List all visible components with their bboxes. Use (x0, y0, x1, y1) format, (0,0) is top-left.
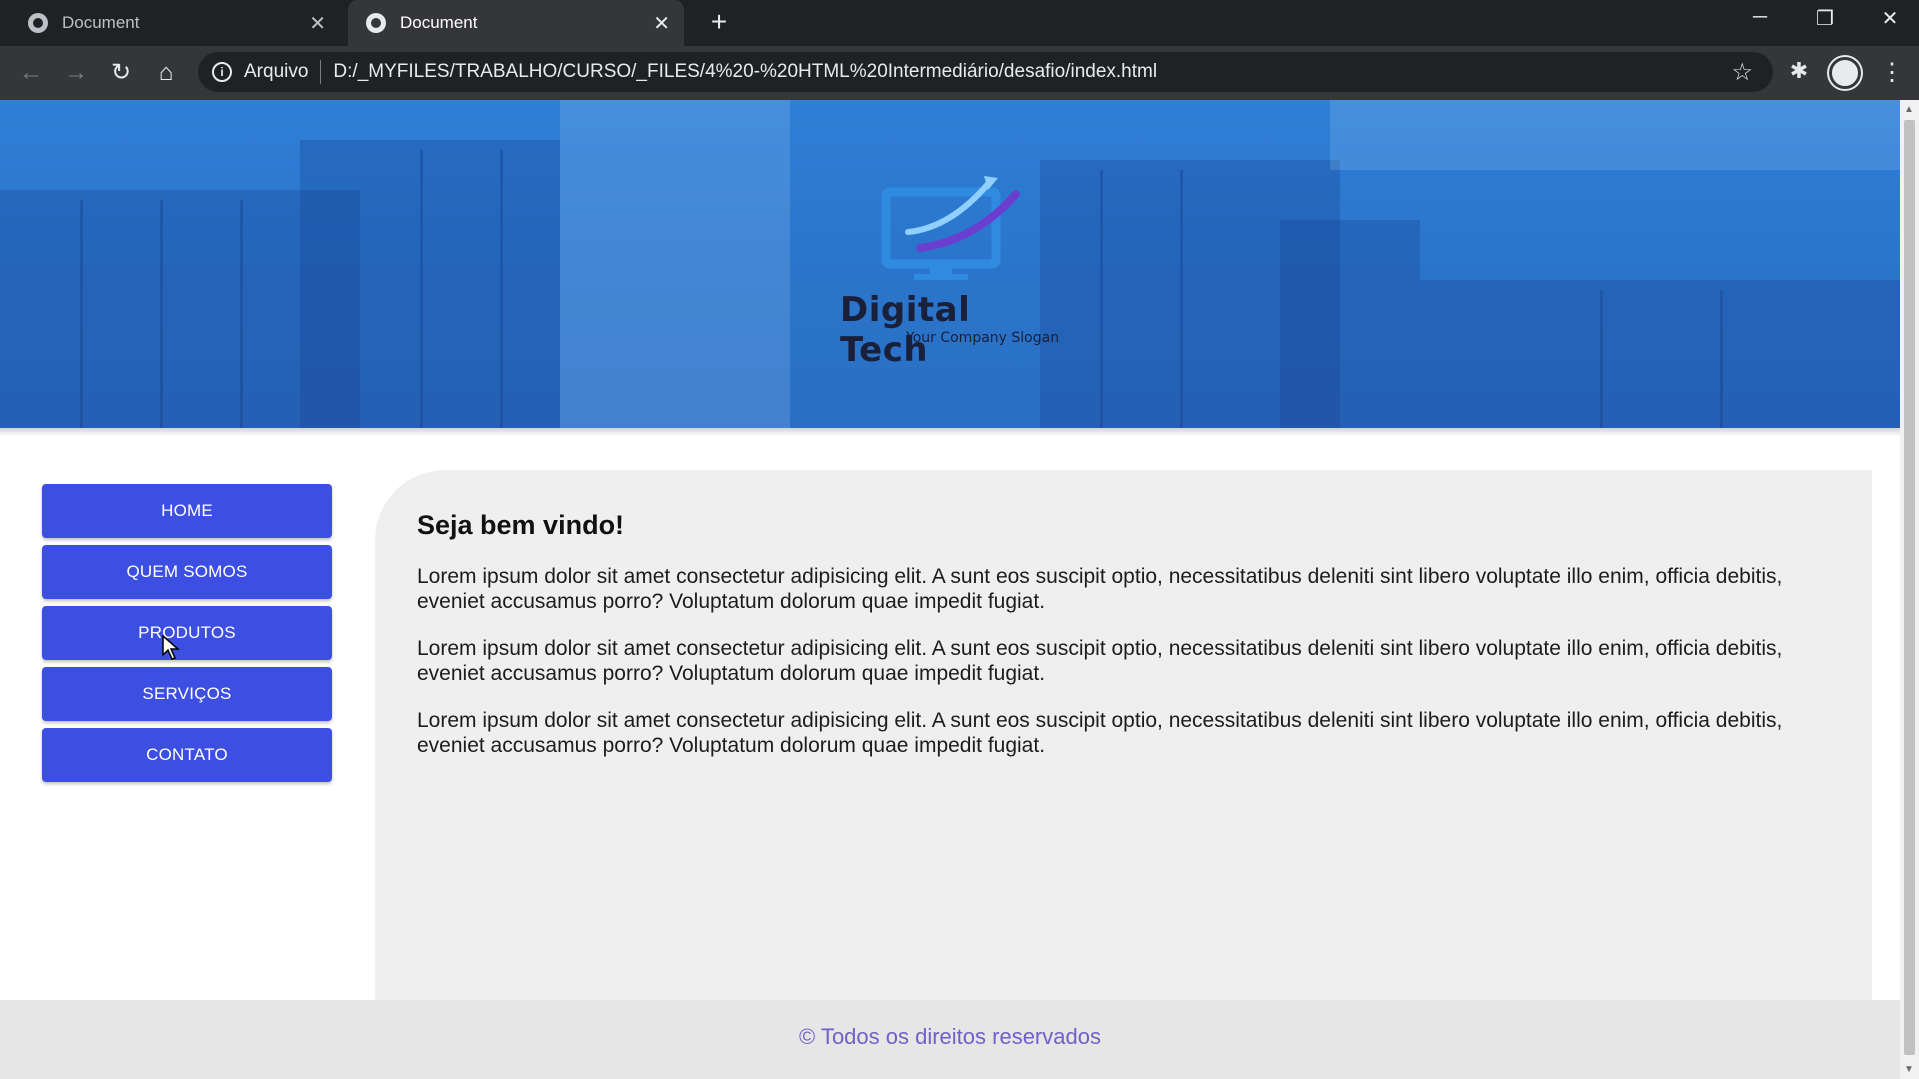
banner-shadow (0, 428, 1900, 436)
nav-item-home[interactable]: HOME (42, 484, 332, 538)
browser-tab[interactable]: Document ✕ (10, 0, 340, 46)
page-heading: Seja bem vindo! (417, 510, 625, 540)
close-window-button[interactable]: ✕ (1875, 6, 1905, 31)
mouse-pointer-icon (162, 635, 180, 660)
nav-item-contato[interactable]: CONTATO (42, 728, 332, 782)
nav-item-quem-somos[interactable]: QUEM SOMOS (42, 545, 332, 599)
nav-item-produtos[interactable]: PRODUTOS (42, 606, 332, 660)
reload-button[interactable]: ↻ (106, 58, 136, 88)
close-tab-icon[interactable]: ✕ (309, 11, 326, 36)
scroll-up-arrow-icon[interactable]: ▲ (1904, 104, 1914, 115)
info-icon[interactable]: i (212, 62, 232, 82)
star-icon[interactable]: ☆ (1731, 58, 1753, 87)
back-button[interactable]: ← (16, 58, 46, 88)
tab-title: Document (400, 13, 478, 32)
nav-item-servicos[interactable]: SERVIÇOS (42, 667, 332, 721)
brand-slogan: Your Company Slogan (906, 330, 1060, 346)
web-page: Digital Tech Your Company Slogan HOME QU… (0, 100, 1900, 1079)
close-tab-icon[interactable]: ✕ (653, 11, 670, 36)
header-banner: Digital Tech Your Company Slogan (0, 100, 1900, 428)
avatar-icon[interactable] (1829, 57, 1861, 89)
tab-title: Document (62, 13, 140, 32)
vertical-scrollbar[interactable]: ▲ ▼ (1900, 100, 1919, 1079)
content-paragraph: Lorem ipsum dolor sit amet consectetur a… (417, 565, 1783, 613)
new-tab-button[interactable]: + (704, 8, 734, 38)
restore-button[interactable]: ❐ (1810, 6, 1840, 31)
main-content: Seja bem vindo! Lorem ipsum dolor sit am… (375, 470, 1872, 1000)
divider (320, 60, 322, 84)
globe-icon (28, 13, 48, 33)
browser-tab-strip: Document ✕ Document ✕ + ─ ❐ ✕ (0, 0, 1919, 46)
globe-icon (366, 13, 386, 33)
home-button[interactable]: ⌂ (151, 58, 181, 88)
monitor-logo-icon (881, 176, 1020, 280)
scrollbar-thumb[interactable] (1904, 120, 1915, 1055)
browser-toolbar: ← → ↻ ⌂ i Arquivo D:/_MYFILES/TRABALHO/C… (0, 46, 1919, 100)
kebab-menu-icon[interactable]: ⋮ (1880, 58, 1904, 88)
company-logo: Digital Tech Your Company Slogan (840, 170, 1070, 370)
puzzle-icon[interactable]: ✱ (1784, 58, 1814, 88)
scroll-down-arrow-icon[interactable]: ▼ (1904, 1064, 1914, 1075)
url-text[interactable]: D:/_MYFILES/TRABALHO/CURSO/_FILES/4%20-%… (333, 61, 1157, 83)
browser-tab-active[interactable]: Document ✕ (348, 0, 684, 46)
minimize-button[interactable]: ─ (1745, 6, 1775, 29)
address-bar[interactable]: i Arquivo D:/_MYFILES/TRABALHO/CURSO/_FI… (198, 52, 1773, 92)
copyright-text: © Todos os direitos reservados (799, 1024, 1101, 1049)
content-paragraph: Lorem ipsum dolor sit amet consectetur a… (417, 709, 1783, 757)
forward-button[interactable]: → (61, 58, 91, 88)
page-footer: © Todos os direitos reservados (0, 1000, 1900, 1079)
content-paragraph: Lorem ipsum dolor sit amet consectetur a… (417, 637, 1783, 685)
sidebar-nav: HOME QUEM SOMOS PRODUTOS SERVIÇOS CONTAT… (42, 484, 332, 789)
scheme-label: Arquivo (244, 61, 309, 82)
